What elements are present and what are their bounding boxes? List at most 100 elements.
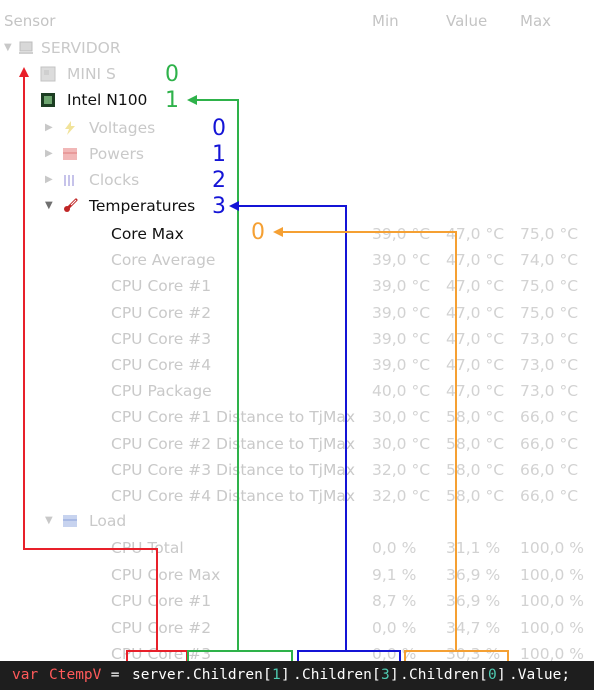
- code-index: 1: [272, 667, 281, 683]
- sensor-row[interactable]: CPU Core #1 Distance to TjMax 30,0 °C 58,0…: [0, 405, 594, 431]
- sensor-value: 47,0 °C: [446, 225, 505, 243]
- sensor-value: 47,0 °C: [446, 356, 505, 374]
- expand-arrow-icon[interactable]: ▶: [45, 148, 53, 159]
- sensor-value: 47,0 °C: [446, 277, 505, 296]
- tree-node-powers[interactable]: ▶ Powers: [0, 142, 594, 168]
- tree-node-clocks[interactable]: ▶ Clocks: [0, 168, 594, 194]
- sensor-row[interactable]: CPU Core #3 39,0 °C 47,0 °C 73,0 °C: [0, 327, 594, 353]
- code-bracket: ]: [497, 667, 506, 683]
- sensor-min: 9,1 %: [372, 565, 417, 584]
- column-header-sensor[interactable]: Sensor: [4, 12, 55, 30]
- code-index: 3: [381, 667, 390, 683]
- sensor-min: 32,0 °C: [372, 487, 431, 505]
- sensor-name: CPU Core #1: [111, 277, 212, 296]
- sensor-max: 75,0 °C: [520, 225, 579, 243]
- sensor-row[interactable]: CPU Core #2 0,0 % 34,7 % 100,0 %: [0, 616, 594, 642]
- sensor-value: 58,0 °C: [446, 460, 505, 479]
- tree-node-load[interactable]: ▼ Load: [0, 509, 594, 535]
- code-dot: .: [400, 667, 409, 683]
- sensor-name: CPU Core #4: [111, 356, 212, 374]
- sensor-min: 39,0 °C: [372, 277, 431, 296]
- code-bracket: [: [479, 667, 488, 683]
- code-line: var CtempV = server . Children [ 1 ] . C…: [0, 661, 594, 690]
- column-header-min[interactable]: Min: [372, 12, 399, 30]
- sensor-max: 73,0 °C: [520, 329, 579, 348]
- sensor-max: 66,0 °C: [520, 408, 579, 427]
- code-children: Children: [409, 667, 479, 683]
- sensor-row[interactable]: CPU Package 40,0 °C 47,0 °C 73,0 °C: [0, 379, 594, 405]
- tree-node-label: Powers: [89, 145, 144, 163]
- sensor-max: 74,0 °C: [520, 251, 579, 270]
- tree-node-servidor[interactable]: ▼ SERVIDOR: [0, 36, 594, 62]
- code-children: Children: [302, 667, 372, 683]
- sensor-name: Core Max: [111, 225, 184, 243]
- power-icon: [63, 148, 77, 160]
- sensor-row[interactable]: CPU Core #4 Distance to TjMax 32,0 °C 58,0…: [0, 484, 594, 510]
- sensor-row[interactable]: CPU Core #1 8,7 % 36,9 % 100,0 %: [0, 589, 594, 615]
- sensor-value: 47,0 °C: [446, 303, 505, 322]
- cpu-icon: [41, 93, 55, 107]
- sensor-row[interactable]: CPU Total 0,0 % 31,1 % 100,0 %: [0, 536, 594, 562]
- sensor-min: 40,0 °C: [372, 382, 431, 401]
- code-bracket: [: [263, 667, 272, 683]
- tree-node-mini-s[interactable]: MINI S: [0, 62, 594, 88]
- column-header-max[interactable]: Max: [520, 12, 551, 30]
- computer-icon: [19, 41, 33, 54]
- tree-node-intel-n100[interactable]: Intel N100: [0, 88, 594, 114]
- sensor-min: 30,0 °C: [372, 408, 431, 427]
- tree-node-label: Temperatures: [89, 197, 196, 215]
- sensor-name: Core Average: [111, 251, 216, 270]
- sensor-row[interactable]: CPU Core Max 9,1 % 36,9 % 100,0 %: [0, 563, 594, 589]
- tree-node-temperatures[interactable]: ▼ Temperatures: [0, 194, 594, 220]
- code-keyword: var: [12, 667, 39, 683]
- tree-node-label: Voltages: [89, 119, 156, 137]
- sensor-row[interactable]: CPU Core #2 Distance to TjMax 30,0 °C 58,0…: [0, 432, 594, 458]
- sensor-row[interactable]: CPU Core #4 39,0 °C 47,0 °C 73,0 °C: [0, 353, 594, 379]
- tree-node-label: Intel N100: [67, 91, 148, 109]
- sensor-max: 66,0 °C: [520, 434, 579, 453]
- sensor-max: 75,0 °C: [520, 303, 579, 322]
- sensor-name: CPU Core #3: [111, 329, 212, 348]
- sensor-value: 58,0 °C: [446, 487, 505, 505]
- index-label-mini-s: 0: [165, 62, 179, 87]
- sensor-min: 39,0 °C: [372, 329, 431, 348]
- collapse-arrow-icon[interactable]: ▼: [45, 200, 53, 211]
- sensor-name: CPU Core #2: [111, 618, 212, 637]
- collapse-arrow-icon[interactable]: ▼: [4, 42, 12, 53]
- code-index: 0: [488, 667, 497, 683]
- sensor-row[interactable]: CPU Core #3 Distance to TjMax 32,0 °C 58,0…: [0, 458, 594, 484]
- sensor-value: 34,7 %: [446, 618, 501, 637]
- sensor-value: 47,0 °C: [446, 329, 505, 348]
- sensor-row[interactable]: Core Average 39,0 °C 47,0 °C 74,0 °C: [0, 248, 594, 274]
- column-header-value[interactable]: Value: [446, 12, 487, 30]
- sensor-name: CPU Package: [111, 382, 212, 401]
- sensor-max: 100,0 %: [520, 565, 585, 584]
- sensor-value: 58,0 °C: [446, 408, 505, 427]
- tree-node-voltages[interactable]: ▶ Voltages: [0, 116, 594, 142]
- expand-arrow-icon[interactable]: ▶: [45, 174, 53, 185]
- voltage-icon: [65, 121, 75, 135]
- sensor-row[interactable]: CPU Core #1 39,0 °C 47,0 °C 75,0 °C: [0, 274, 594, 300]
- sensor-row[interactable]: CPU Core #2 39,0 °C 47,0 °C 75,0 °C: [0, 301, 594, 327]
- collapse-arrow-icon[interactable]: ▼: [45, 515, 53, 526]
- sensor-value: 36,9 %: [446, 592, 501, 610]
- code-server: server: [132, 667, 185, 683]
- index-label-intel-n100: 1: [165, 88, 179, 113]
- sensor-value: 47,0 °C: [446, 382, 505, 401]
- sensor-min: 39,0 °C: [372, 251, 431, 270]
- sensor-name: CPU Core #4 Distance to TjMax: [111, 487, 356, 505]
- load-icon: [63, 515, 77, 527]
- sensor-min: 8,7 %: [372, 592, 417, 610]
- sensor-name: CPU Core Max: [111, 565, 221, 584]
- sensor-name: CPU Total: [111, 539, 184, 557]
- sensor-max: 66,0 °C: [520, 487, 579, 505]
- sensor-row[interactable]: Core Max 39,0 °C 47,0 °C 75,0 °C: [0, 222, 594, 248]
- index-label-core-max: 0: [251, 220, 265, 245]
- sensor-max: 75,0 °C: [520, 277, 579, 296]
- expand-arrow-icon[interactable]: ▶: [45, 122, 53, 133]
- sensor-min: 39,0 °C: [372, 225, 431, 243]
- code-variable: CtempV: [49, 667, 102, 683]
- sensor-min: 32,0 °C: [372, 460, 431, 479]
- sensor-min: 30,0 °C: [372, 434, 431, 453]
- index-label-temperatures: 3: [212, 194, 226, 219]
